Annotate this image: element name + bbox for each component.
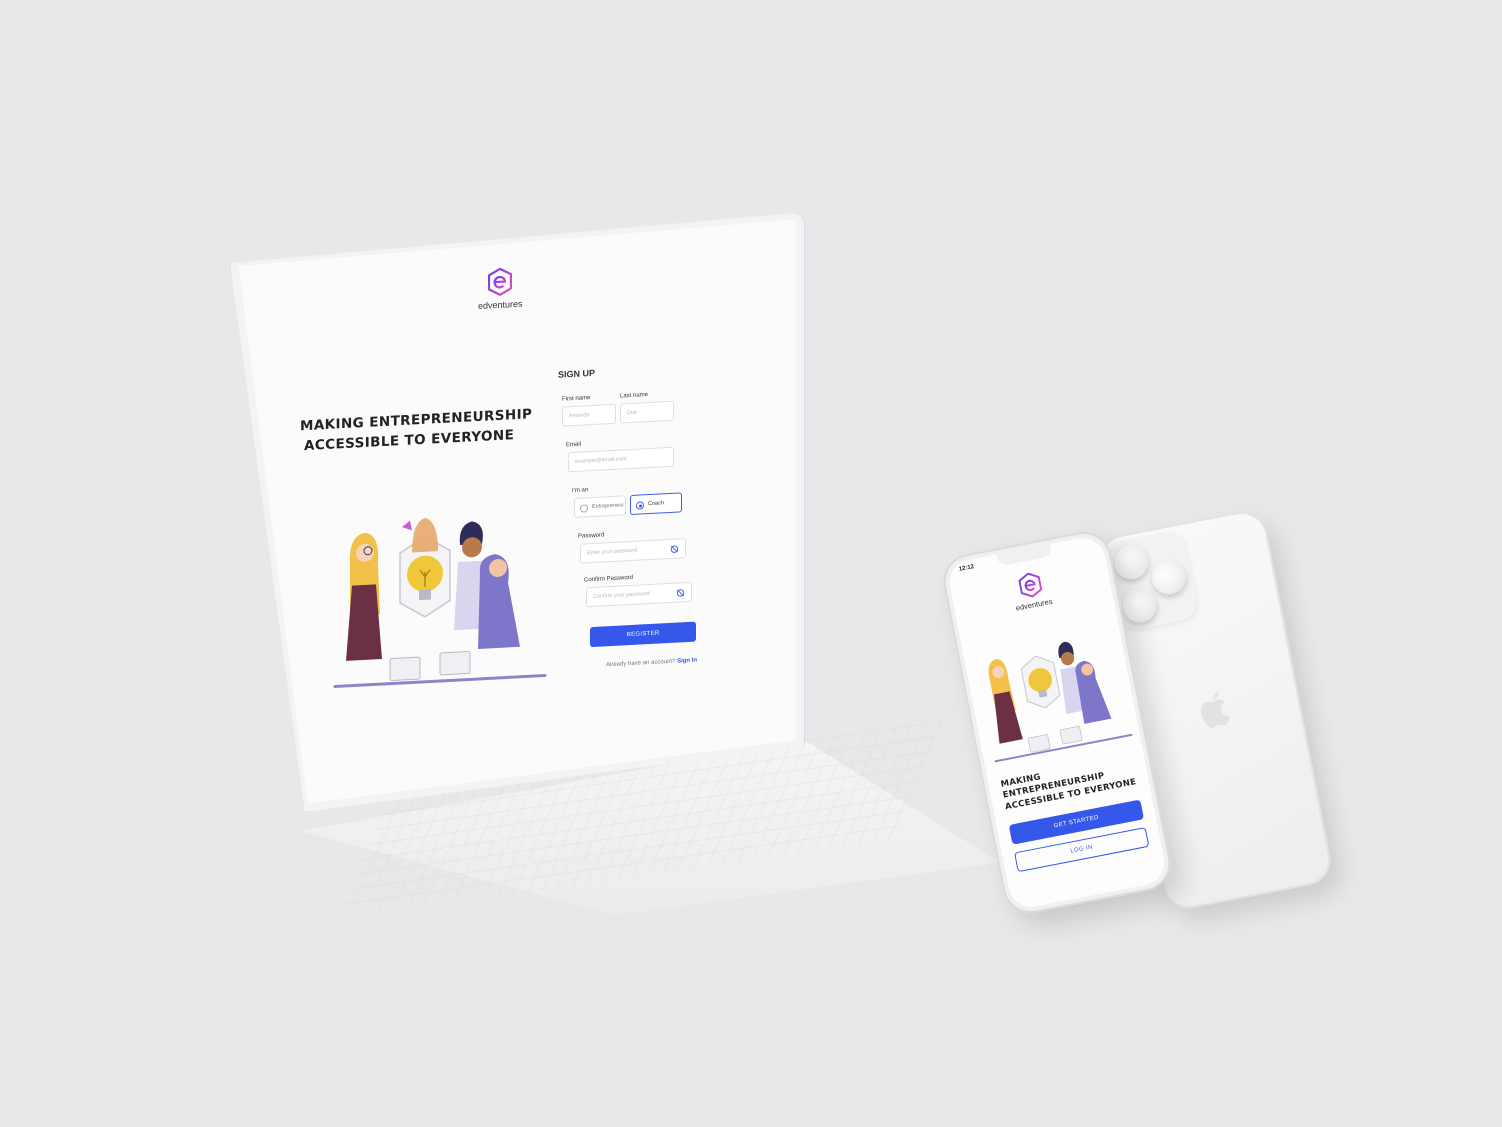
role-label: I'm an — [572, 487, 589, 495]
phone-notch — [996, 544, 1053, 567]
brand-logo-icon[interactable] — [488, 267, 512, 297]
team-idea-illustration — [333, 517, 547, 688]
radio-icon — [580, 504, 588, 513]
role-option-label: Entrepreneur — [592, 502, 625, 511]
brand-name: edventures — [478, 298, 523, 312]
laptop-left — [389, 656, 421, 682]
gem-icon — [402, 520, 412, 531]
brand-logo-icon[interactable] — [1017, 571, 1043, 600]
brand-name: edventures — [1015, 596, 1054, 613]
laptop-screen: edventures MAKING ENTREPRENEURSHIP ACCES… — [238, 219, 797, 804]
camera-lens-icon — [1119, 585, 1160, 626]
signin-link[interactable]: Sign In — [677, 658, 697, 665]
laptop-right — [439, 651, 471, 676]
role-option-label: Coach — [648, 500, 664, 508]
apple-logo-icon — [1200, 690, 1230, 728]
email-field[interactable]: example@email.com — [568, 446, 674, 473]
desk-line — [333, 673, 547, 688]
radio-selected-icon — [636, 501, 644, 510]
eye-off-icon[interactable] — [670, 544, 679, 553]
last-name-field[interactable]: Doe — [620, 400, 674, 424]
register-button[interactable]: REGISTER — [590, 621, 696, 648]
signin-prompt: Already have an account? Sign In — [606, 658, 697, 669]
eye-off-icon[interactable] — [676, 588, 685, 597]
first-name-field[interactable]: Amanda — [562, 403, 616, 427]
confirm-password-label: Confirm Password — [584, 574, 634, 584]
camera-lens-icon — [1148, 557, 1189, 598]
role-option-coach[interactable]: Coach — [630, 492, 682, 516]
page-title: MAKING ENTREPRENEURSHIP ACCESSIBLE TO EV… — [300, 404, 532, 457]
last-name-label: Last name — [620, 392, 649, 400]
signin-prompt-text: Already have an account? — [606, 658, 676, 669]
first-name-label: First name — [562, 395, 591, 403]
team-idea-illustration — [988, 641, 1133, 763]
email-label: Email — [566, 441, 582, 449]
password-label: Password — [578, 532, 605, 540]
form-title: SIGN UP — [558, 367, 596, 380]
role-option-entrepreneur[interactable]: Entrepreneur — [574, 495, 626, 518]
status-time: 12:12 — [958, 564, 975, 573]
camera-lens-icon — [1111, 542, 1152, 583]
